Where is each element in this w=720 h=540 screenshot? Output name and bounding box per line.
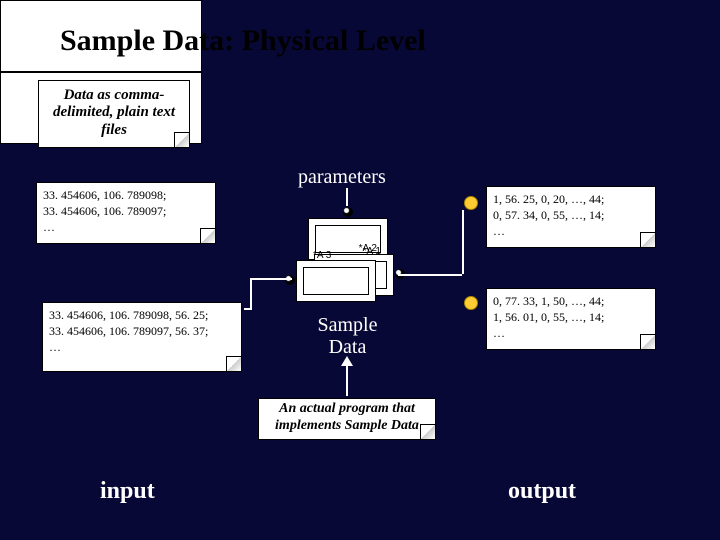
component-a2-label: *A 2: [359, 243, 377, 254]
slide-title: Sample Data: Physical Level: [60, 24, 426, 58]
sample-data-label: Sample Data: [305, 314, 390, 358]
arrow-up-icon: [341, 356, 353, 366]
output-file-2: 0, 77. 33, 1, 50, …, 44; 1, 56. 01, 0, 5…: [486, 288, 656, 350]
program-callout: An actual program that implements Sample…: [258, 398, 436, 440]
connector: [252, 278, 292, 280]
connector: [398, 274, 462, 276]
port-a1: [343, 207, 353, 217]
connector: [250, 278, 252, 310]
port-a3: [285, 275, 295, 285]
output-dot-1: [464, 196, 478, 210]
output-dot-2: [464, 296, 478, 310]
output-file-1: 1, 56. 25, 0, 20, …, 44; 0, 57. 34, 0, 5…: [486, 186, 656, 248]
output-label: output: [508, 478, 576, 505]
component-a3-label: *A 3: [313, 250, 331, 261]
input-label: input: [100, 478, 155, 505]
input-file-2: 33. 454606, 106. 789098, 56. 25; 33. 454…: [42, 302, 242, 372]
callout-data-description: Data as comma-delimited, plain text file…: [38, 80, 190, 148]
connector: [244, 308, 252, 310]
input-file-1: 33. 454606, 106. 789098; 33. 454606, 106…: [36, 182, 216, 244]
parameters-label: parameters: [298, 166, 386, 189]
connector: [346, 188, 348, 206]
component-a3: *A 3: [296, 260, 376, 302]
connector: [462, 210, 464, 274]
